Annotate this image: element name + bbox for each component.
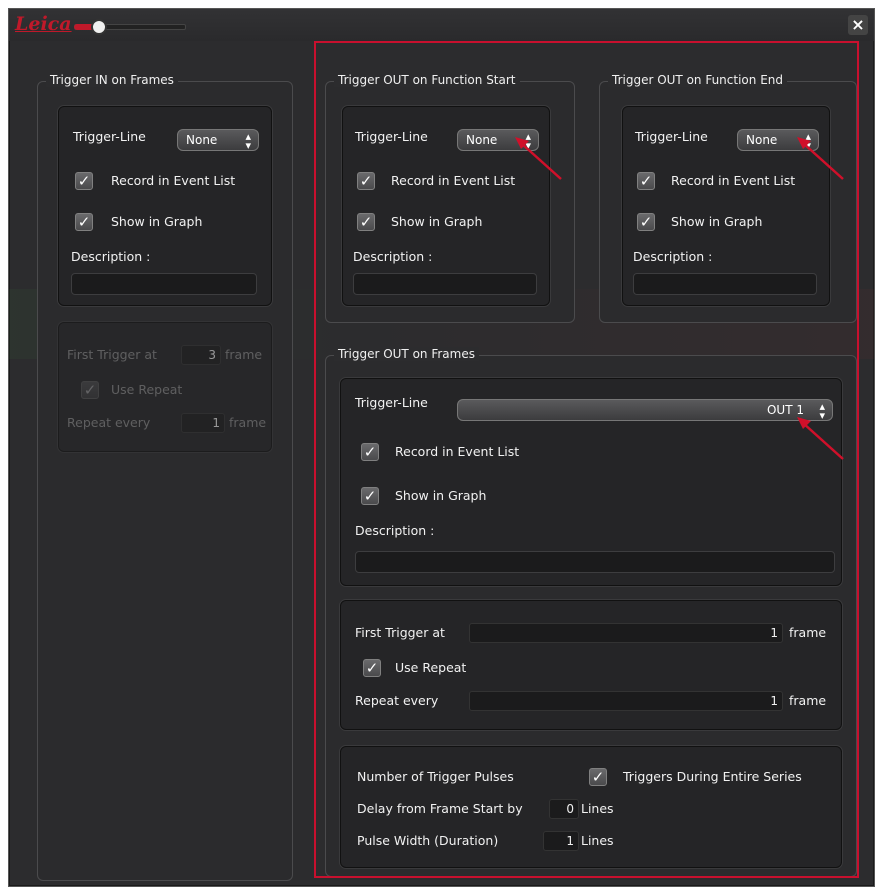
trigger-in-frame-panel: First Trigger at 3 frame ✓ Use Repeat Re… (58, 322, 272, 452)
title-bar: Leica × (9, 9, 874, 41)
trigger-in-group: Trigger IN on Frames Trigger-Line None ▴ ▾… (37, 73, 293, 881)
trigger-line-select[interactable]: None ▴ ▾ (177, 129, 259, 151)
repeat-every-label: Repeat every (67, 415, 151, 430)
trigger-settings-window: Leica × Trigger IN on Frames Trigger-Lin… (8, 8, 875, 887)
spin-arrows-icon: ▴ ▾ (245, 130, 251, 152)
record-event-label: Record in Event List (111, 173, 236, 188)
annotation-arrow (515, 137, 562, 180)
use-repeat-label: Use Repeat (111, 382, 183, 397)
first-trigger-input[interactable]: 3 (181, 345, 221, 365)
highlight-box (314, 41, 859, 878)
use-repeat-checkbox[interactable]: ✓ (81, 381, 99, 399)
annotation-arrow (797, 137, 844, 180)
show-graph-label: Show in Graph (111, 214, 203, 229)
record-event-checkbox[interactable]: ✓ (75, 172, 93, 190)
annotation-arrow (797, 417, 844, 460)
first-trigger-label: First Trigger at (67, 347, 157, 362)
trigger-line-label: Trigger-Line (73, 129, 146, 144)
slider-knob[interactable] (91, 19, 108, 35)
trigger-in-line-panel: Trigger-Line None ▴ ▾ ✓ Record in Event Li… (58, 106, 272, 306)
repeat-every-input[interactable]: 1 (181, 413, 225, 433)
repeat-every-unit: frame (229, 415, 267, 430)
select-value: None (186, 133, 218, 147)
show-graph-checkbox[interactable]: ✓ (75, 213, 93, 231)
zoom-slider[interactable] (74, 19, 186, 35)
close-button[interactable]: × (848, 15, 868, 35)
description-input[interactable] (71, 273, 257, 295)
group-title: Trigger IN on Frames (46, 73, 178, 87)
description-label: Description : (71, 249, 151, 264)
leica-logo: Leica (15, 13, 72, 35)
first-trigger-unit: frame (225, 347, 263, 362)
